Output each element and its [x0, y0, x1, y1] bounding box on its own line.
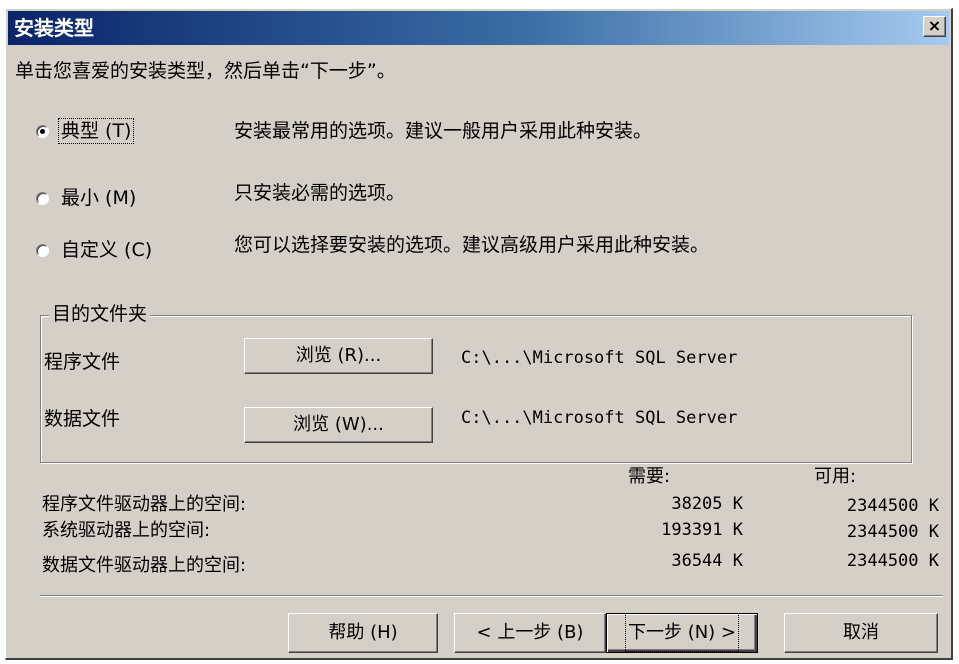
data-files-path: C:\...\Microsoft SQL Server — [461, 408, 738, 428]
title-bar[interactable]: 安装类型 × — [8, 11, 949, 45]
space-row-required: 193391 K — [661, 520, 743, 540]
help-button[interactable]: 帮助 (H) — [288, 613, 438, 653]
browse-data-files-button[interactable]: 浏览 (W)... — [244, 407, 433, 443]
close-icon: × — [927, 16, 942, 35]
radio-label-typical[interactable]: 典型 (T) — [57, 118, 135, 144]
space-row-available: 2344500 K — [846, 496, 939, 516]
browse-program-files-button[interactable]: 浏览 (R)... — [244, 338, 433, 374]
radio-label-custom[interactable]: 自定义 (C) — [59, 238, 154, 262]
space-row-available: 2344500 K — [846, 522, 939, 542]
radio-label-minimum[interactable]: 最小 (M) — [59, 186, 138, 210]
radio-button-typical[interactable] — [36, 124, 49, 138]
program-files-label: 程序文件 — [44, 351, 121, 373]
setup-type-dialog: 安装类型 × 单击您喜爱的安装类型，然后单击“下一步”。 典型 (T) 安装最常… — [5, 8, 953, 660]
radio-option-custom[interactable]: 自定义 (C) — [36, 237, 154, 263]
next-button[interactable]: 下一步 (N) > — [606, 613, 758, 653]
instruction-text: 单击您喜爱的安装类型，然后单击“下一步”。 — [15, 60, 396, 82]
available-header: 可用: — [814, 466, 857, 487]
space-row-required: 38205 K — [671, 494, 743, 514]
description-minimum: 只安装必需的选项。 — [234, 182, 406, 204]
cancel-button[interactable]: 取消 — [784, 613, 938, 653]
program-files-path: C:\...\Microsoft SQL Server — [461, 348, 738, 368]
destination-folder-group: 目的文件夹 程序文件 浏览 (R)... C:\...\Microsoft SQ… — [40, 302, 912, 463]
required-header: 需要: — [628, 466, 671, 487]
description-typical: 安装最常用的选项。建议一般用户采用此种安装。 — [234, 120, 653, 142]
space-row-label: 程序文件驱动器上的空间: — [42, 494, 247, 515]
radio-option-typical[interactable]: 典型 (T) — [36, 118, 135, 144]
dialog-title: 安装类型 — [14, 16, 94, 40]
back-button[interactable]: < 上一步 (B) — [454, 613, 606, 653]
close-button[interactable]: × — [923, 16, 946, 37]
radio-button-minimum[interactable] — [36, 191, 49, 205]
space-row-label: 数据文件驱动器上的空间: — [42, 555, 247, 576]
radio-button-custom[interactable] — [36, 243, 49, 257]
group-legend: 目的文件夹 — [49, 302, 151, 326]
data-files-label: 数据文件 — [44, 408, 121, 430]
description-custom: 您可以选择要安装的选项。建议高级用户采用此种安装。 — [234, 234, 710, 256]
separator — [40, 595, 943, 597]
radio-option-minimum[interactable]: 最小 (M) — [36, 185, 138, 211]
space-row-required: 36544 K — [671, 551, 743, 571]
space-row-available: 2344500 K — [846, 551, 939, 571]
space-row-label: 系统驱动器上的空间: — [42, 520, 211, 541]
